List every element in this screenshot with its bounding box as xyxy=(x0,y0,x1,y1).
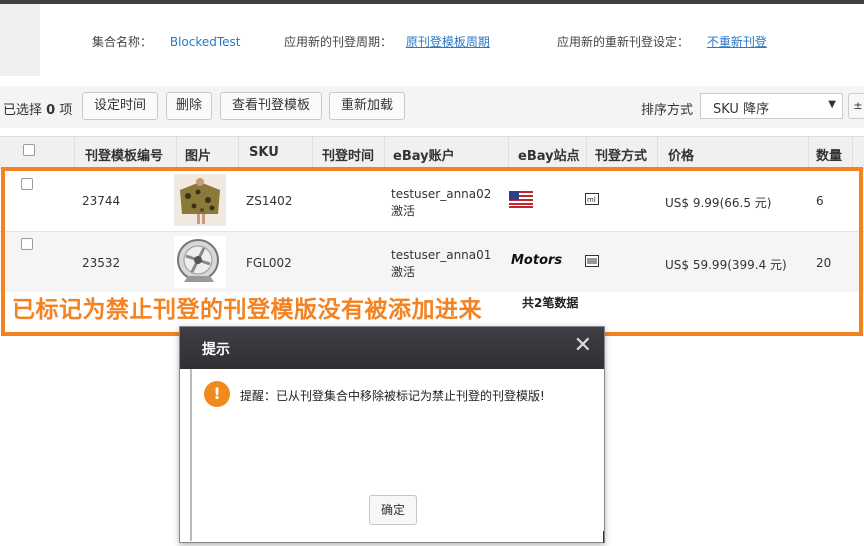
collection-name-row: 集合名称： BlockedTest xyxy=(92,33,241,50)
relist-row: 应用新的重新刊登设定： 不重新刊登 xyxy=(557,33,767,50)
selected-number: 0 xyxy=(46,103,56,118)
column-divider xyxy=(176,137,177,168)
dialog-title: 提示 xyxy=(202,342,230,358)
notice-dialog: 提示 ✕ ! 提醒：已从刊登集合中移除被标记为禁止刊登的刊登模版! 确定 xyxy=(179,326,605,543)
collection-name-link[interactable]: BlockedTest xyxy=(170,35,241,49)
selected-count: 已选择 0 项 xyxy=(3,99,72,118)
sort-select[interactable]: SKU 降序 ▼ xyxy=(700,93,843,119)
reload-button[interactable]: 重新加载 xyxy=(329,92,405,120)
warning-icon: ! xyxy=(204,381,230,407)
sort-direction-button[interactable]: ± xyxy=(848,93,864,119)
column-divider xyxy=(238,137,239,168)
text-cursor xyxy=(603,531,604,543)
column-divider xyxy=(657,137,658,168)
header-template-id[interactable]: 刊登模板编号 xyxy=(85,145,163,164)
column-divider xyxy=(384,137,385,168)
selected-suffix: 项 xyxy=(59,103,73,118)
annotation-text: 已标记为禁止刊登的刊登模版没有被添加进来 xyxy=(12,297,482,323)
close-icon[interactable]: ✕ xyxy=(574,335,592,357)
dialog-header: 提示 ✕ xyxy=(180,327,604,369)
ok-button[interactable]: 确定 xyxy=(369,495,417,525)
column-divider xyxy=(852,137,853,168)
cycle-link[interactable]: 原刊登模板周期 xyxy=(406,35,490,49)
info-side-panel xyxy=(0,4,40,76)
collection-info: 集合名称： BlockedTest 应用新的刊登周期： 原刊登模板周期 应用新的… xyxy=(0,4,864,76)
dialog-body: ! 提醒：已从刊登集合中移除被标记为禁止刊登的刊登模版! 确定 xyxy=(190,369,604,541)
cycle-label: 应用新的刊登周期： xyxy=(284,35,393,49)
column-divider xyxy=(808,137,809,168)
header-image: 图片 xyxy=(185,149,212,164)
delete-button[interactable]: 删除 xyxy=(166,92,212,120)
collection-name-label: 集合名称： xyxy=(92,35,153,49)
column-divider xyxy=(508,137,509,168)
sort-value: SKU 降序 xyxy=(713,102,770,117)
header-ebay-account[interactable]: eBay账户 xyxy=(393,145,455,164)
relist-link[interactable]: 不重新刊登 xyxy=(707,35,767,49)
column-divider xyxy=(74,137,75,168)
header-quantity[interactable]: 数量 xyxy=(816,145,842,164)
relist-label: 应用新的重新刊登设定： xyxy=(557,35,690,49)
header-sku[interactable]: SKU xyxy=(249,145,279,160)
select-all-checkbox[interactable] xyxy=(23,144,35,156)
cycle-row: 应用新的刊登周期： 原刊登模板周期 xyxy=(284,33,490,50)
sort-label: 排序方式 xyxy=(641,103,694,118)
header-price[interactable]: 价格 xyxy=(668,145,694,164)
table-header: 刊登模板编号 图片 SKU 刊登时间 eBay账户 eBay站点 刊登方式 价格… xyxy=(0,136,864,169)
total-count: 共2笔数据 xyxy=(522,296,579,310)
set-time-button[interactable]: 设定时间 xyxy=(82,92,158,120)
column-divider xyxy=(312,137,313,168)
header-listing-type[interactable]: 刊登方式 xyxy=(595,145,647,164)
column-divider xyxy=(586,137,587,168)
toolbar: 已选择 0 项 设定时间 删除 查看刊登模板 重新加载 排序方式 SKU 降序 … xyxy=(0,86,864,128)
header-ebay-site[interactable]: eBay站点 xyxy=(518,145,580,164)
view-template-button[interactable]: 查看刊登模板 xyxy=(220,92,322,120)
header-listing-time[interactable]: 刊登时间 xyxy=(322,145,374,164)
dialog-message: 提醒：已从刊登集合中移除被标记为禁止刊登的刊登模版! xyxy=(240,389,545,403)
selected-prefix: 已选择 xyxy=(3,103,43,118)
dropdown-arrow-icon: ▼ xyxy=(828,99,836,110)
